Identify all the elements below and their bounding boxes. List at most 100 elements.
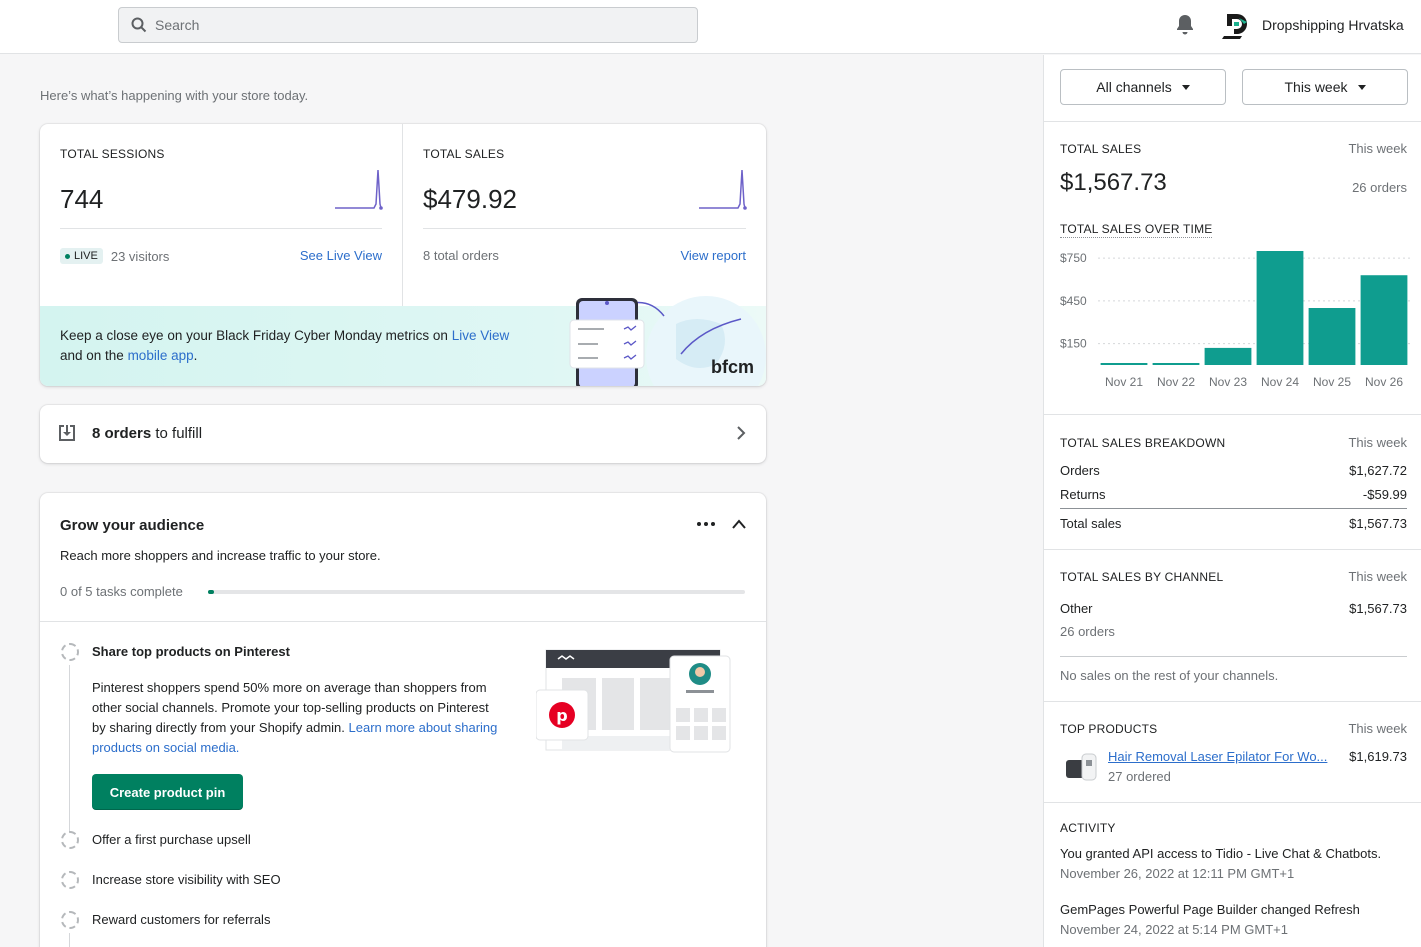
bfcm-text-pre: Keep a close eye on your Black Friday Cy… (60, 328, 452, 343)
activity-item-text: You granted API access to Tidio - Live C… (1060, 846, 1382, 861)
progress-label: 0 of 5 tasks complete (60, 584, 183, 599)
bell-icon[interactable] (1175, 14, 1195, 36)
chevron-right-icon (737, 426, 746, 440)
task-seo-title[interactable]: Increase store visibility with SEO (92, 872, 281, 887)
task-pinterest-title[interactable]: Share top products on Pinterest (92, 644, 290, 659)
channel-value: $1,567.73 (1349, 601, 1407, 616)
section-divider (1044, 414, 1421, 415)
section-divider (1044, 701, 1421, 702)
sales-label: TOTAL SALES (423, 147, 505, 161)
top-product-value: $1,619.73 (1349, 749, 1407, 764)
more-actions-icon[interactable] (696, 521, 716, 527)
chart-x-tick-label: Nov 21 (1105, 375, 1143, 389)
search-placeholder: Search (155, 17, 200, 33)
chart-bar[interactable] (1204, 347, 1252, 365)
chart-bar[interactable] (1360, 275, 1408, 365)
chart-bar[interactable] (1308, 308, 1356, 365)
task-connector (69, 665, 70, 831)
progress-fill (208, 590, 214, 594)
top-product-ordered: 27 ordered (1108, 769, 1171, 784)
by-channel-heading: TOTAL SALES BY CHANNEL (1060, 570, 1224, 584)
bfcm-logo: bfcm (710, 357, 754, 377)
breakdown-name: Returns (1060, 487, 1106, 502)
svg-text:p: p (556, 706, 567, 725)
sessions-divider (60, 228, 382, 229)
orders-to-fulfill-text: 8 orders to fulfill (92, 425, 202, 442)
orders-suffix: to fulfill (151, 425, 203, 442)
task-referrals-title[interactable]: Reward customers for referrals (92, 912, 270, 927)
chart-x-tick-label: Nov 22 (1157, 375, 1195, 389)
channel-filter-button[interactable]: All channels (1060, 69, 1226, 105)
task-status-icon[interactable] (61, 643, 79, 661)
chart-bar[interactable] (1152, 363, 1200, 365)
activity-item-text: GemPages Powerful Page Builder changed R… (1060, 902, 1360, 917)
live-dot-icon (65, 253, 70, 259)
grow-separator (40, 621, 766, 622)
caret-down-icon (1357, 84, 1366, 90)
bfcm-banner: Keep a close eye on your Black Friday Cy… (40, 296, 766, 386)
top-products-heading: TOP PRODUCTS (1060, 722, 1158, 736)
store-name[interactable]: Dropshipping Hrvatska (1262, 17, 1404, 33)
section-divider (1044, 549, 1421, 550)
activity-item-time: November 24, 2022 at 5:14 PM GMT+1 (1060, 922, 1288, 937)
breakdown-value: -$59.99 (1362, 487, 1407, 502)
task-upsell-title[interactable]: Offer a first purchase upsell (92, 832, 251, 847)
metrics-card: TOTAL SESSIONS 744 LIVE 23 visitors See … (40, 124, 766, 386)
chevron-up-icon[interactable] (731, 518, 747, 530)
view-report-link[interactable]: View report (680, 248, 746, 263)
total-sales-orders: 26 orders (1352, 180, 1407, 195)
breakdown-name: Total sales (1060, 516, 1122, 531)
total-sales-heading: TOTAL SALES (1060, 142, 1142, 156)
analytics-sidebar: All channels This week TOTAL SALES This … (1043, 55, 1421, 947)
by-channel-period: This week (1348, 569, 1407, 584)
breakdown-value: $1,567.73 (1349, 516, 1407, 531)
total-sales-value: $1,567.73 (1060, 169, 1167, 196)
chart-y-tick-label: $150 (1060, 337, 1087, 351)
chart-bar[interactable] (1256, 251, 1304, 365)
sales-orders: 8 total orders (423, 248, 499, 263)
chart-y-tick-label: $750 (1060, 251, 1087, 265)
channel-divider (1060, 656, 1407, 657)
live-badge: LIVE (60, 248, 103, 264)
grow-audience-card: Grow your audience Reach more shoppers a… (40, 493, 766, 947)
progress-bar (208, 590, 745, 594)
orders-to-fulfill-card[interactable]: 8 orders to fulfill (40, 405, 766, 463)
task-status-icon[interactable] (61, 911, 79, 929)
total-sessions-panel: TOTAL SESSIONS 744 LIVE 23 visitors See … (40, 124, 403, 306)
main-content: Here’s what’s happening with your store … (0, 55, 1042, 947)
breakdown-heading: TOTAL SALES BREAKDOWN (1060, 436, 1226, 450)
task-connector (69, 933, 70, 947)
breakdown-total-line (1060, 508, 1407, 509)
product-thumbnail (1066, 753, 1097, 781)
chart-bar[interactable] (1100, 363, 1148, 365)
sales-value: $479.92 (423, 184, 517, 214)
sales-over-time-heading: TOTAL SALES OVER TIME (1060, 222, 1213, 238)
breakdown-period: This week (1348, 435, 1407, 450)
sales-sparkline (699, 169, 747, 210)
channel-name: Other (1060, 601, 1093, 616)
grow-description: Reach more shoppers and increase traffic… (60, 548, 381, 563)
search-icon (131, 17, 147, 33)
caret-down-icon (1181, 84, 1190, 90)
channel-row: Other $1,567.73 (1060, 601, 1407, 616)
chart-x-tick-label: Nov 24 (1261, 375, 1299, 389)
search-input[interactable]: Search (118, 7, 698, 43)
sales-over-time-chart: $750 $450 $150 Nov 21 Nov 22 Nov 23 Nov 24 Nov … (1060, 251, 1410, 389)
see-live-view-link[interactable]: See Live View (300, 248, 382, 263)
chart-y-tick-label: $450 (1060, 294, 1087, 308)
store-logo-icon[interactable] (1221, 10, 1253, 42)
create-product-pin-button[interactable]: Create product pin (92, 774, 243, 810)
period-filter-button[interactable]: This week (1242, 69, 1408, 105)
breakdown-row: Returns -$59.99 (1060, 487, 1407, 502)
activity-item-time: November 26, 2022 at 12:11 PM GMT+1 (1060, 866, 1295, 881)
bfcm-mobile-app-link[interactable]: mobile app (128, 348, 194, 363)
task-status-icon[interactable] (61, 831, 79, 849)
bfcm-live-view-link[interactable]: Live View (452, 328, 510, 343)
top-product-link[interactable]: Hair Removal Laser Epilator For Wo... (1108, 749, 1327, 764)
task-pinterest-body: Pinterest shoppers spend 50% more on ave… (92, 678, 502, 758)
activity-heading: ACTIVITY (1060, 821, 1116, 835)
chart-x-tick-label: Nov 23 (1209, 375, 1247, 389)
top-products-period: This week (1348, 721, 1407, 736)
task-status-icon[interactable] (61, 871, 79, 889)
channel-note: No sales on the rest of your channels. (1060, 668, 1279, 683)
